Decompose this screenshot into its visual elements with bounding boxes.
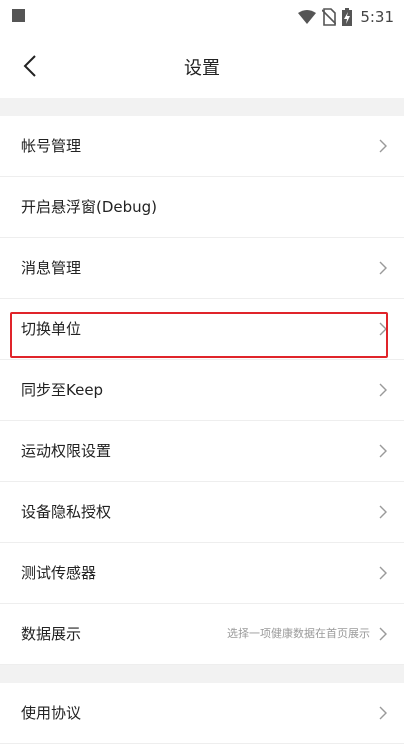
- notification-square-icon: [12, 9, 25, 22]
- row-label: 消息管理: [21, 259, 82, 277]
- row-label: 运动权限设置: [21, 442, 112, 460]
- section-gap: [0, 665, 404, 683]
- chevron-right-icon: [379, 322, 387, 336]
- row-label: 开启悬浮窗(Debug): [21, 198, 158, 216]
- status-time: 5:31: [360, 8, 394, 26]
- settings-row-messages[interactable]: 消息管理: [0, 238, 404, 299]
- settings-row-device-privacy[interactable]: 设备隐私授权: [0, 482, 404, 543]
- no-sim-icon: [322, 8, 337, 26]
- battery-charging-icon: [342, 8, 353, 26]
- settings-row-data-display[interactable]: 数据展示 选择一项健康数据在首页展示: [0, 604, 404, 665]
- chevron-right-icon: [379, 627, 387, 641]
- chevron-right-icon: [379, 505, 387, 519]
- row-hint: 选择一项健康数据在首页展示: [227, 627, 370, 640]
- settings-row-floating-window[interactable]: 开启悬浮窗(Debug): [0, 177, 404, 238]
- chevron-right-icon: [379, 444, 387, 458]
- row-label: 使用协议: [21, 704, 82, 722]
- chevron-right-icon: [379, 383, 387, 397]
- row-label: 同步至Keep: [21, 381, 104, 399]
- settings-row-account[interactable]: 帐号管理: [0, 116, 404, 177]
- settings-row-sport-permissions[interactable]: 运动权限设置: [0, 421, 404, 482]
- settings-row-sync-keep[interactable]: 同步至Keep: [0, 360, 404, 421]
- page-title: 设置: [184, 58, 220, 79]
- chevron-right-icon: [379, 706, 387, 720]
- row-label: 设备隐私授权: [21, 503, 112, 521]
- settings-list: 帐号管理 开启悬浮窗(Debug) 消息管理 切换单位 同步至Keep 运动权限…: [0, 116, 404, 744]
- status-icons: 5:31: [298, 5, 394, 29]
- chevron-right-icon: [379, 139, 387, 153]
- app-toolbar: 设置: [0, 34, 404, 98]
- row-label: 数据展示: [21, 625, 82, 643]
- row-label: 切换单位: [21, 320, 82, 338]
- chevron-right-icon: [379, 566, 387, 580]
- settings-row-terms[interactable]: 使用协议: [0, 683, 404, 744]
- chevron-right-icon: [379, 261, 387, 275]
- section-gap: [0, 98, 404, 116]
- settings-row-switch-units[interactable]: 切换单位: [0, 299, 404, 360]
- row-label: 测试传感器: [21, 564, 97, 582]
- row-label: 帐号管理: [21, 137, 82, 155]
- settings-row-test-sensor[interactable]: 测试传感器: [0, 543, 404, 604]
- status-bar: 5:31: [0, 0, 404, 34]
- wifi-icon: [298, 10, 317, 24]
